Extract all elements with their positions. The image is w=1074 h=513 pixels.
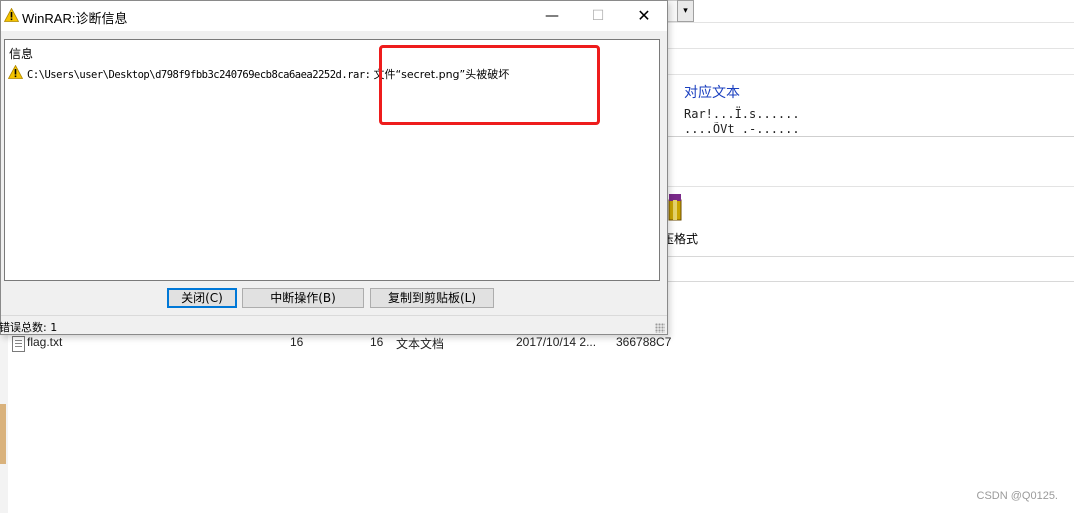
background-window-right: ▾ 对应文本 Rar!...Ï.s...... ....ÕVt .-......… bbox=[662, 0, 1074, 334]
file-list-row[interactable]: flag.txt 16 16 文本文档 2017/10/14 2... 3667… bbox=[0, 335, 1074, 353]
file-crc: 366788C7 bbox=[616, 335, 672, 349]
folder-tree-pane[interactable] bbox=[8, 334, 231, 513]
file-list-pane[interactable] bbox=[230, 334, 1074, 513]
dialog-title: WinRAR:诊断信息 bbox=[22, 11, 128, 26]
close-window-button[interactable]: ✕ bbox=[621, 1, 667, 31]
minimize-button[interactable]: — bbox=[529, 1, 575, 31]
toolbar-divider bbox=[667, 256, 1074, 282]
warning-icon bbox=[4, 8, 19, 22]
text-file-icon bbox=[12, 336, 25, 352]
dialog-titlebar[interactable]: WinRAR:诊断信息 — ☐ ✕ bbox=[1, 1, 667, 31]
diagnostic-dialog: WinRAR:诊断信息 — ☐ ✕ 信息 C:\Users\user\Deskt… bbox=[0, 0, 668, 335]
hex-text-line: Rar!...Ï.s...... bbox=[684, 107, 800, 121]
file-size: 16 bbox=[290, 335, 304, 349]
combo-arrow-icon[interactable]: ▾ bbox=[677, 0, 694, 22]
copy-to-clipboard-button[interactable]: 复制到剪贴板(L) bbox=[370, 288, 494, 308]
file-packed-size: 16 bbox=[370, 335, 384, 349]
maximize-button: ☐ bbox=[591, 8, 605, 24]
status-bar: 错误总数: 1 bbox=[0, 315, 667, 335]
hex-panel-title: 对应文本 bbox=[684, 85, 740, 101]
error-count: 错误总数: 1 bbox=[0, 321, 58, 334]
archive-icon[interactable] bbox=[668, 192, 682, 222]
message-header: 信息 bbox=[9, 47, 34, 61]
watermark: CSDN @Q0125. bbox=[976, 490, 1058, 502]
hex-text-line: ....ÕVt .-...... bbox=[684, 122, 800, 135]
abort-operation-button[interactable]: 中断操作(B) bbox=[242, 288, 364, 308]
red-highlight-annotation bbox=[379, 45, 600, 125]
resize-grip-icon[interactable] bbox=[655, 323, 665, 333]
message-path: C:\Users\user\Desktop\d798f9fbb3c240769e… bbox=[27, 69, 371, 81]
warning-icon bbox=[8, 65, 23, 79]
file-type: 文本文档 bbox=[396, 337, 445, 351]
file-name: flag.txt bbox=[27, 335, 63, 349]
close-button[interactable]: 关闭(C) bbox=[167, 288, 237, 308]
file-modified: 2017/10/14 2... bbox=[516, 335, 597, 349]
